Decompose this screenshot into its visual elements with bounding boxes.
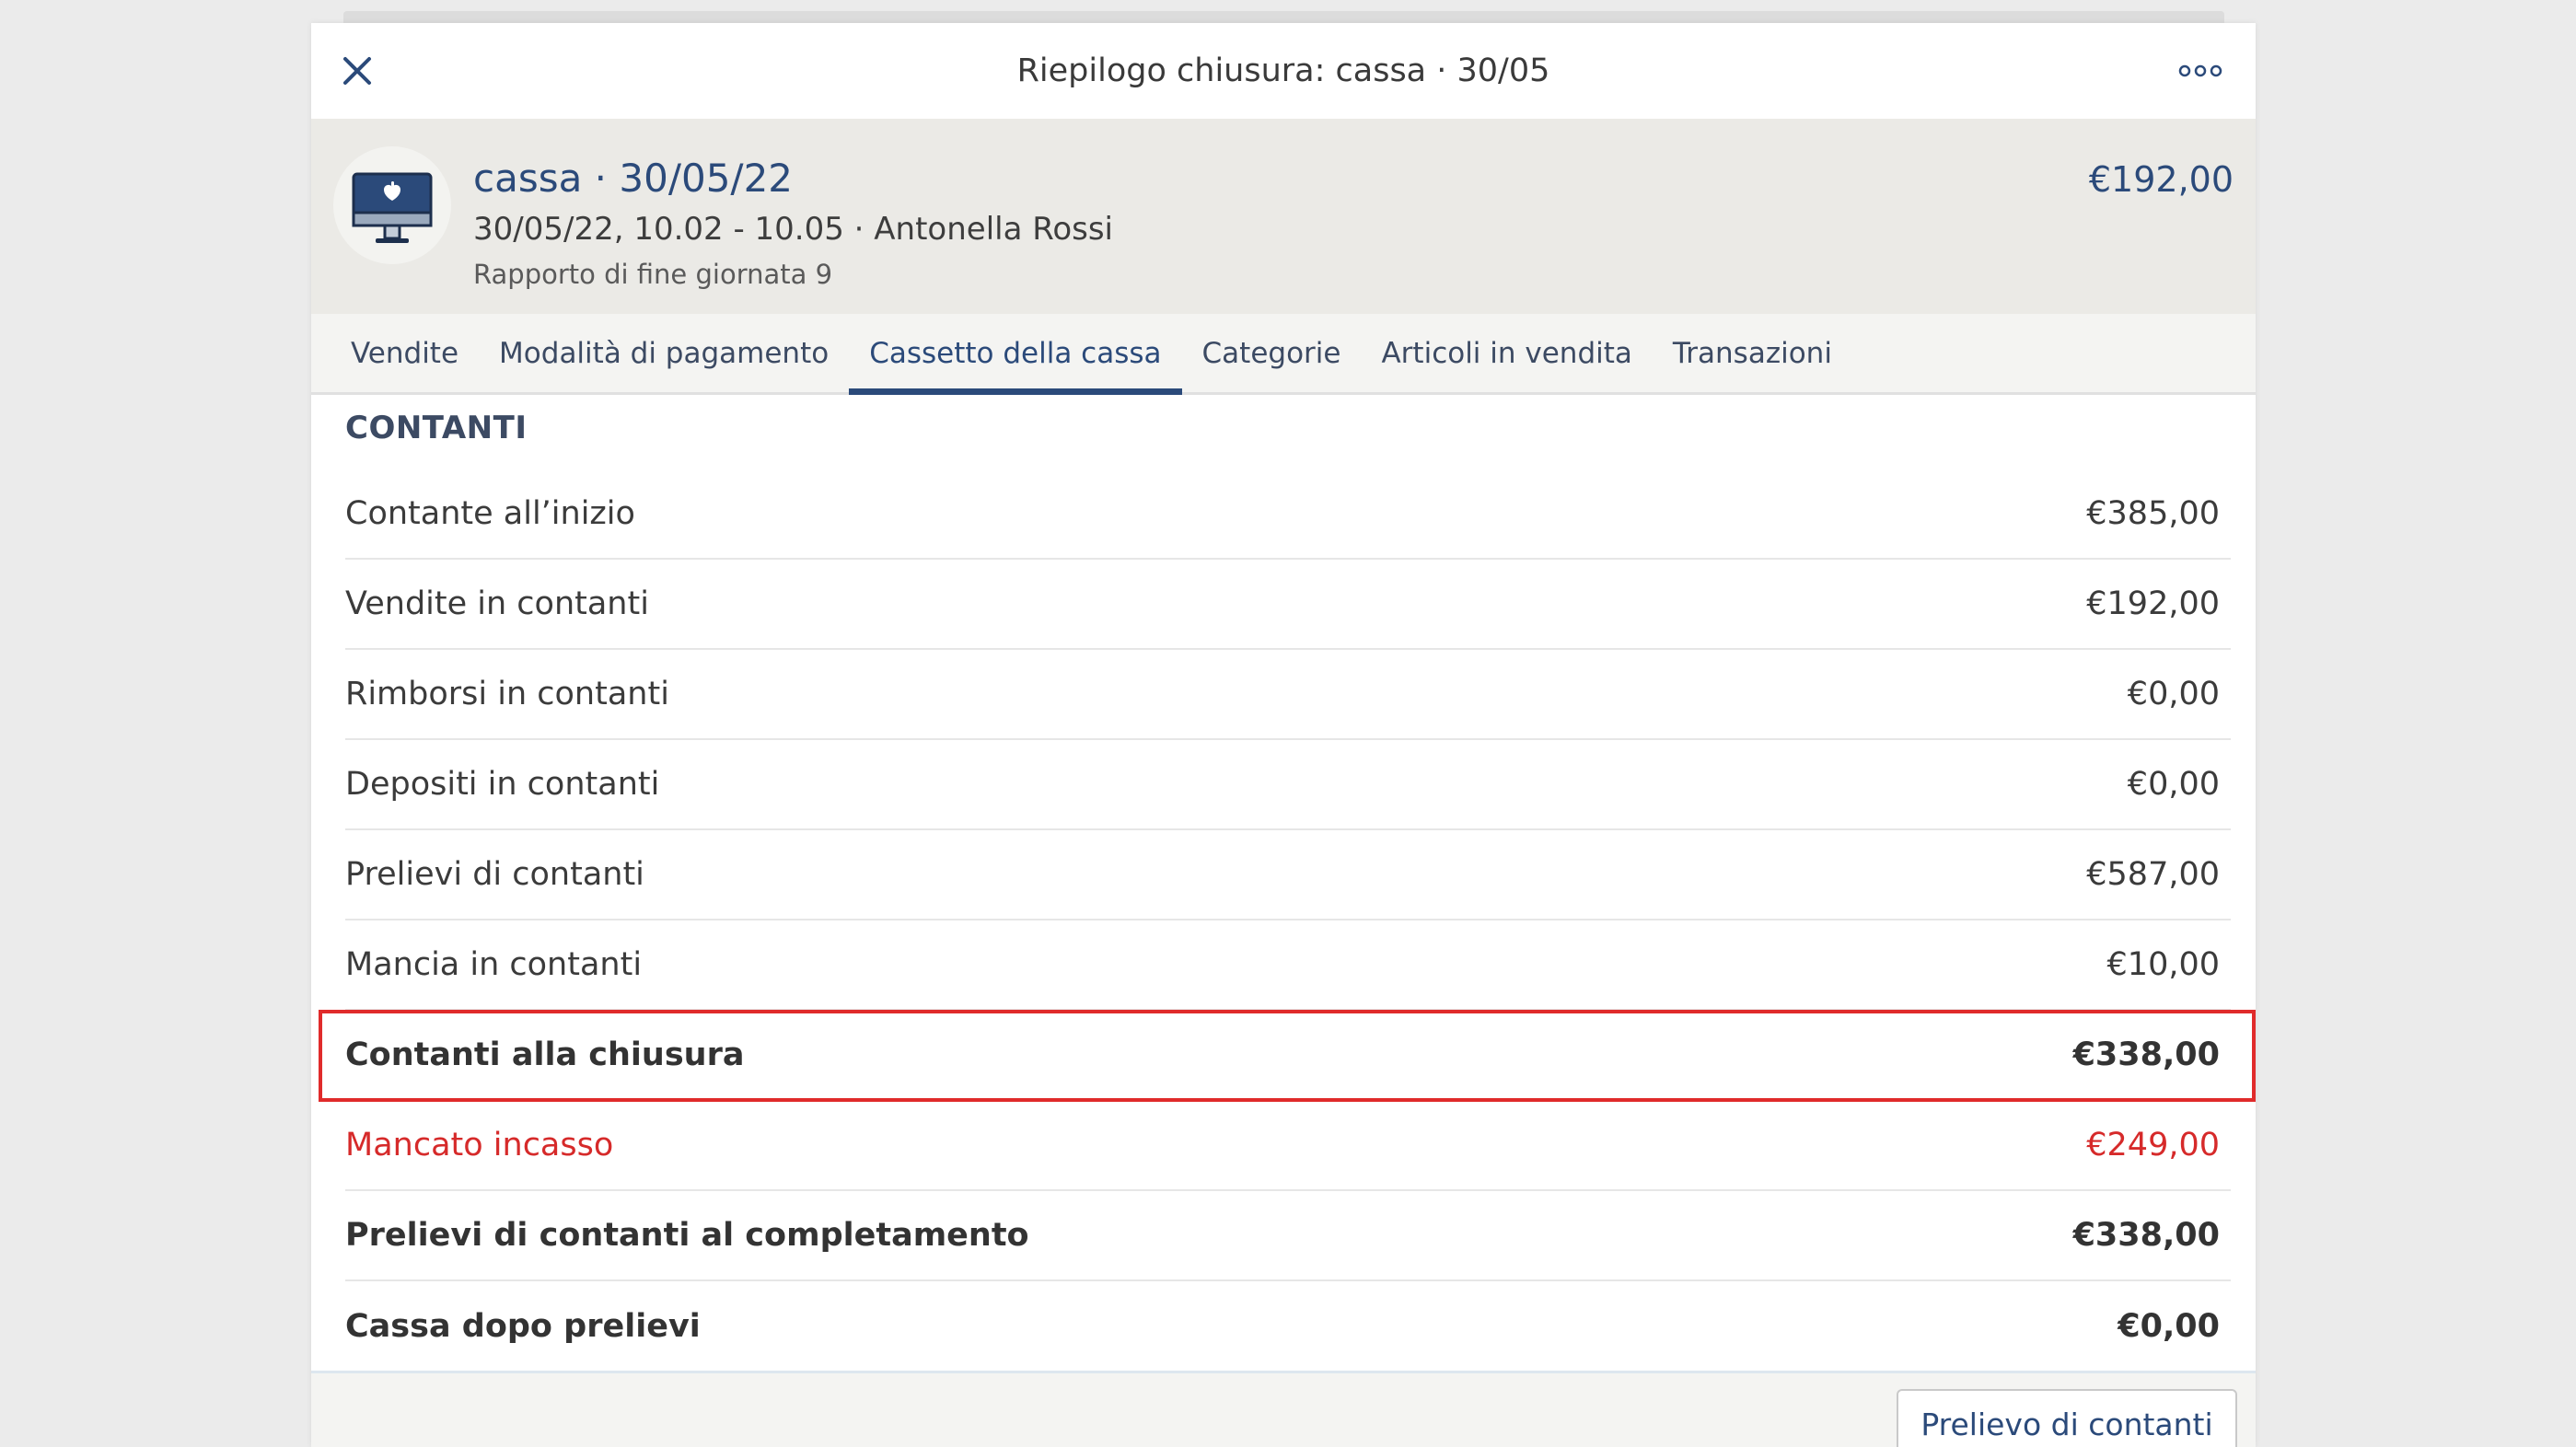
row-value: €338,00 xyxy=(2072,1036,2220,1073)
list-item: Prelievi di contanti al completamento €3… xyxy=(345,1191,2231,1281)
modal-footer: Prelievo di contanti xyxy=(311,1371,2256,1447)
row-value: €385,00 xyxy=(2086,495,2220,532)
row-label: Rimborsi in contanti xyxy=(345,676,669,712)
device-avatar xyxy=(333,146,451,264)
row-label: Contanti alla chiusura xyxy=(345,1036,745,1073)
list-item: Depositi in contanti €0,00 xyxy=(345,740,2231,830)
list-item: Mancia in contanti €10,00 xyxy=(345,920,2231,1011)
row-value: €338,00 xyxy=(2072,1217,2220,1254)
list-item: Rimborsi in contanti €0,00 xyxy=(345,650,2231,740)
section-heading: CONTANTI xyxy=(345,410,528,446)
row-value: €10,00 xyxy=(2106,946,2220,983)
closing-cash-row: Contanti alla chiusura €338,00 xyxy=(319,1010,2256,1102)
session-details: 30/05/22, 10.02 - 10.05 · Antonella Ross… xyxy=(473,211,1114,248)
row-label: Prelievi di contanti xyxy=(345,856,644,893)
row-label: Contante all’inizio xyxy=(345,495,635,532)
tab-bar: Vendite Modalità di pagamento Cassetto d… xyxy=(311,314,2256,395)
row-label: Cassa dopo prelievi xyxy=(345,1308,701,1345)
register-title: cassa · 30/05/22 xyxy=(473,156,794,201)
list-item: Cassa dopo prelievi €0,00 xyxy=(345,1281,2231,1372)
more-options-button[interactable] xyxy=(2173,52,2228,89)
row-value: €0,00 xyxy=(2127,676,2220,712)
tab-sales[interactable]: Vendite xyxy=(331,314,479,392)
shortfall-row: Mancato incasso €249,00 xyxy=(345,1101,2231,1191)
desktop-computer-icon xyxy=(352,172,433,243)
cash-summary-list: Contante all’inizio €385,00 Vendite in c… xyxy=(319,469,2256,1372)
total-amount: €192,00 xyxy=(2088,159,2234,200)
tab-transactions[interactable]: Transazioni xyxy=(1653,314,1852,392)
row-value: €249,00 xyxy=(2086,1127,2220,1163)
tab-payment-methods[interactable]: Modalità di pagamento xyxy=(479,314,849,392)
row-label: Mancia in contanti xyxy=(345,946,643,983)
more-options-icon xyxy=(2178,64,2222,77)
closing-summary-modal: Riepilogo chiusura: cassa · 30/05 cassa … xyxy=(311,23,2256,1447)
row-value: €0,00 xyxy=(2118,1308,2220,1345)
tab-categories[interactable]: Categorie xyxy=(1182,314,1362,392)
list-item: Contante all’inizio €385,00 xyxy=(345,469,2231,560)
row-label: Vendite in contanti xyxy=(345,585,649,622)
report-number: Rapporto di fine giornata 9 xyxy=(473,259,833,290)
row-value: €587,00 xyxy=(2086,856,2220,893)
row-value: €0,00 xyxy=(2127,766,2220,803)
list-item: Vendite in contanti €192,00 xyxy=(345,560,2231,650)
cash-withdrawal-button[interactable]: Prelievo di contanti xyxy=(1897,1389,2237,1447)
tab-cash-drawer[interactable]: Cassetto della cassa xyxy=(849,314,1182,395)
row-label: Prelievi di contanti al completamento xyxy=(345,1217,1029,1254)
row-label: Mancato incasso xyxy=(345,1127,614,1163)
row-value: €192,00 xyxy=(2086,585,2220,622)
list-item: Prelievi di contanti €587,00 xyxy=(345,830,2231,920)
modal-titlebar: Riepilogo chiusura: cassa · 30/05 xyxy=(311,23,2256,120)
register-header: cassa · 30/05/22 30/05/22, 10.02 - 10.05… xyxy=(311,119,2256,315)
row-label: Depositi in contanti xyxy=(345,766,660,803)
tab-items-sold[interactable]: Articoli in vendita xyxy=(1361,314,1652,392)
background-sheet xyxy=(343,11,2224,24)
modal-title: Riepilogo chiusura: cassa · 30/05 xyxy=(1016,52,1550,89)
